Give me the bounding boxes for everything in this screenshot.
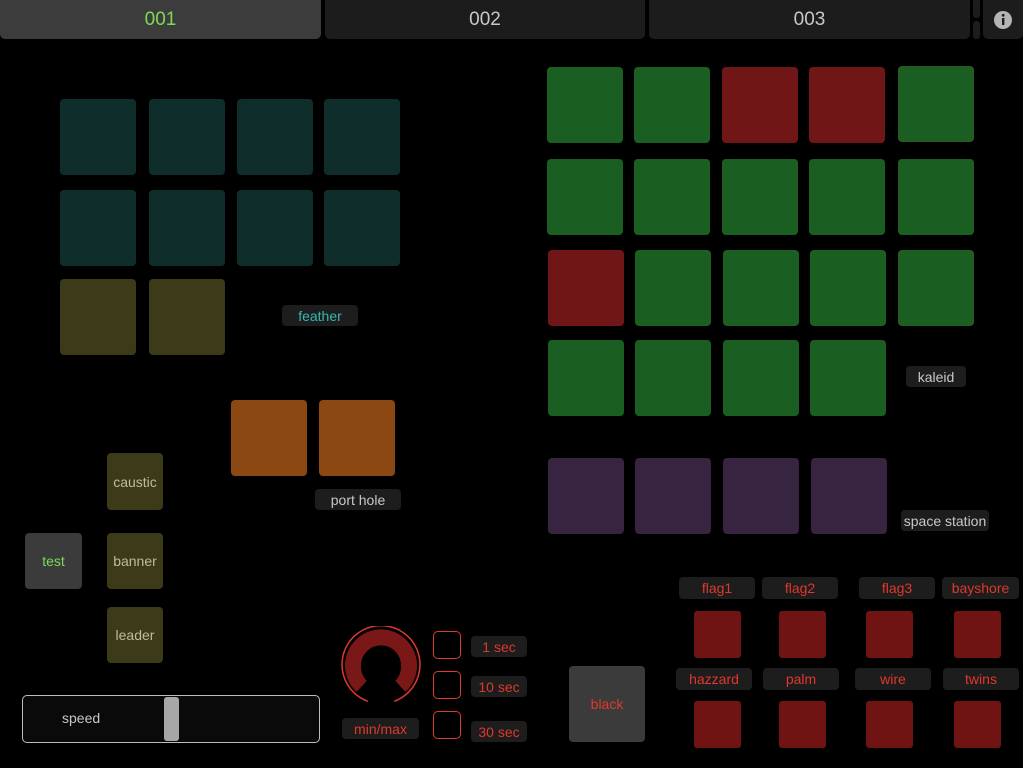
kaleid-pad[interactable] bbox=[898, 66, 974, 142]
timer-10-checkbox[interactable] bbox=[433, 671, 461, 699]
feather-pad[interactable] bbox=[149, 190, 225, 266]
hazzard-pad[interactable] bbox=[694, 701, 741, 748]
kaleid-pad[interactable] bbox=[723, 250, 799, 326]
tab-001[interactable]: 001 bbox=[0, 0, 321, 39]
caustic-button[interactable]: caustic bbox=[107, 453, 163, 510]
kaleid-pad[interactable] bbox=[547, 67, 623, 143]
timer-30-label: 30 sec bbox=[471, 721, 527, 742]
speed-label: speed bbox=[62, 710, 101, 726]
space-station-pad[interactable] bbox=[723, 458, 799, 534]
hazzard-label: hazzard bbox=[676, 668, 752, 690]
feather-pad[interactable] bbox=[60, 279, 136, 355]
kaleid-pad[interactable] bbox=[635, 340, 711, 416]
space-station-pad[interactable] bbox=[635, 458, 711, 534]
flag3-pad[interactable] bbox=[866, 611, 913, 658]
kaleid-pad[interactable] bbox=[810, 250, 886, 326]
feather-pad[interactable] bbox=[60, 190, 136, 266]
banner-button[interactable]: banner bbox=[107, 533, 163, 589]
space-station-label: space station bbox=[901, 510, 989, 531]
kaleid-pad[interactable] bbox=[722, 159, 798, 235]
twins-label: twins bbox=[943, 668, 1019, 690]
feather-pad[interactable] bbox=[324, 99, 400, 175]
flag2-label: flag2 bbox=[762, 577, 838, 599]
space-station-pad[interactable] bbox=[548, 458, 624, 534]
feather-pad[interactable] bbox=[324, 190, 400, 266]
palm-label: palm bbox=[763, 668, 839, 690]
feather-pad[interactable] bbox=[237, 190, 313, 266]
kaleid-pad[interactable] bbox=[634, 159, 710, 235]
wire-pad[interactable] bbox=[866, 701, 913, 748]
flag2-pad[interactable] bbox=[779, 611, 826, 658]
feather-pad[interactable] bbox=[149, 279, 225, 355]
tab-label: 003 bbox=[793, 8, 826, 30]
bayshore-label: bayshore bbox=[942, 577, 1019, 599]
kaleid-pad[interactable] bbox=[898, 250, 974, 326]
port-hole-pad[interactable] bbox=[231, 400, 307, 476]
test-button[interactable]: test bbox=[25, 533, 82, 589]
flag3-label: flag3 bbox=[859, 577, 935, 599]
tab-scroll-indicator bbox=[973, 21, 980, 39]
timer-30-checkbox[interactable] bbox=[433, 711, 461, 739]
kaleid-pad[interactable] bbox=[548, 250, 624, 326]
kaleid-label: kaleid bbox=[906, 366, 966, 387]
min-max-knob[interactable] bbox=[339, 626, 423, 706]
kaleid-pad[interactable] bbox=[898, 159, 974, 235]
feather-pad[interactable] bbox=[237, 99, 313, 175]
port-hole-label: port hole bbox=[315, 489, 401, 510]
min-max-label: min/max bbox=[342, 718, 419, 739]
slider-handle[interactable] bbox=[164, 697, 179, 741]
kaleid-pad[interactable] bbox=[548, 340, 624, 416]
kaleid-pad[interactable] bbox=[809, 159, 885, 235]
wire-label: wire bbox=[855, 668, 931, 690]
leader-button[interactable]: leader bbox=[107, 607, 163, 663]
twins-pad[interactable] bbox=[954, 701, 1001, 748]
info-button[interactable] bbox=[983, 0, 1023, 39]
feather-label: feather bbox=[282, 305, 358, 326]
timer-10-label: 10 sec bbox=[471, 676, 527, 697]
feather-pad[interactable] bbox=[149, 99, 225, 175]
bayshore-pad[interactable] bbox=[954, 611, 1001, 658]
timer-1-checkbox[interactable] bbox=[433, 631, 461, 659]
kaleid-pad[interactable] bbox=[723, 340, 799, 416]
tab-label: 001 bbox=[144, 8, 177, 30]
kaleid-pad[interactable] bbox=[809, 67, 885, 143]
kaleid-pad[interactable] bbox=[547, 159, 623, 235]
tab-label: 002 bbox=[469, 8, 501, 30]
space-station-pad[interactable] bbox=[811, 458, 887, 534]
port-hole-pad[interactable] bbox=[319, 400, 395, 476]
flag1-pad[interactable] bbox=[694, 611, 741, 658]
kaleid-pad[interactable] bbox=[810, 340, 886, 416]
tab-scroll-indicator bbox=[973, 0, 980, 18]
kaleid-pad[interactable] bbox=[634, 67, 710, 143]
tab-002[interactable]: 002 bbox=[325, 0, 645, 39]
speed-slider[interactable]: speed bbox=[22, 695, 320, 743]
timer-1-label: 1 sec bbox=[471, 636, 527, 657]
palm-pad[interactable] bbox=[779, 701, 826, 748]
kaleid-pad[interactable] bbox=[722, 67, 798, 143]
tab-003[interactable]: 003 bbox=[649, 0, 970, 39]
kaleid-pad[interactable] bbox=[635, 250, 711, 326]
info-icon bbox=[994, 10, 1012, 29]
black-button[interactable]: black bbox=[569, 666, 645, 742]
flag1-label: flag1 bbox=[679, 577, 755, 599]
feather-pad[interactable] bbox=[60, 99, 136, 175]
